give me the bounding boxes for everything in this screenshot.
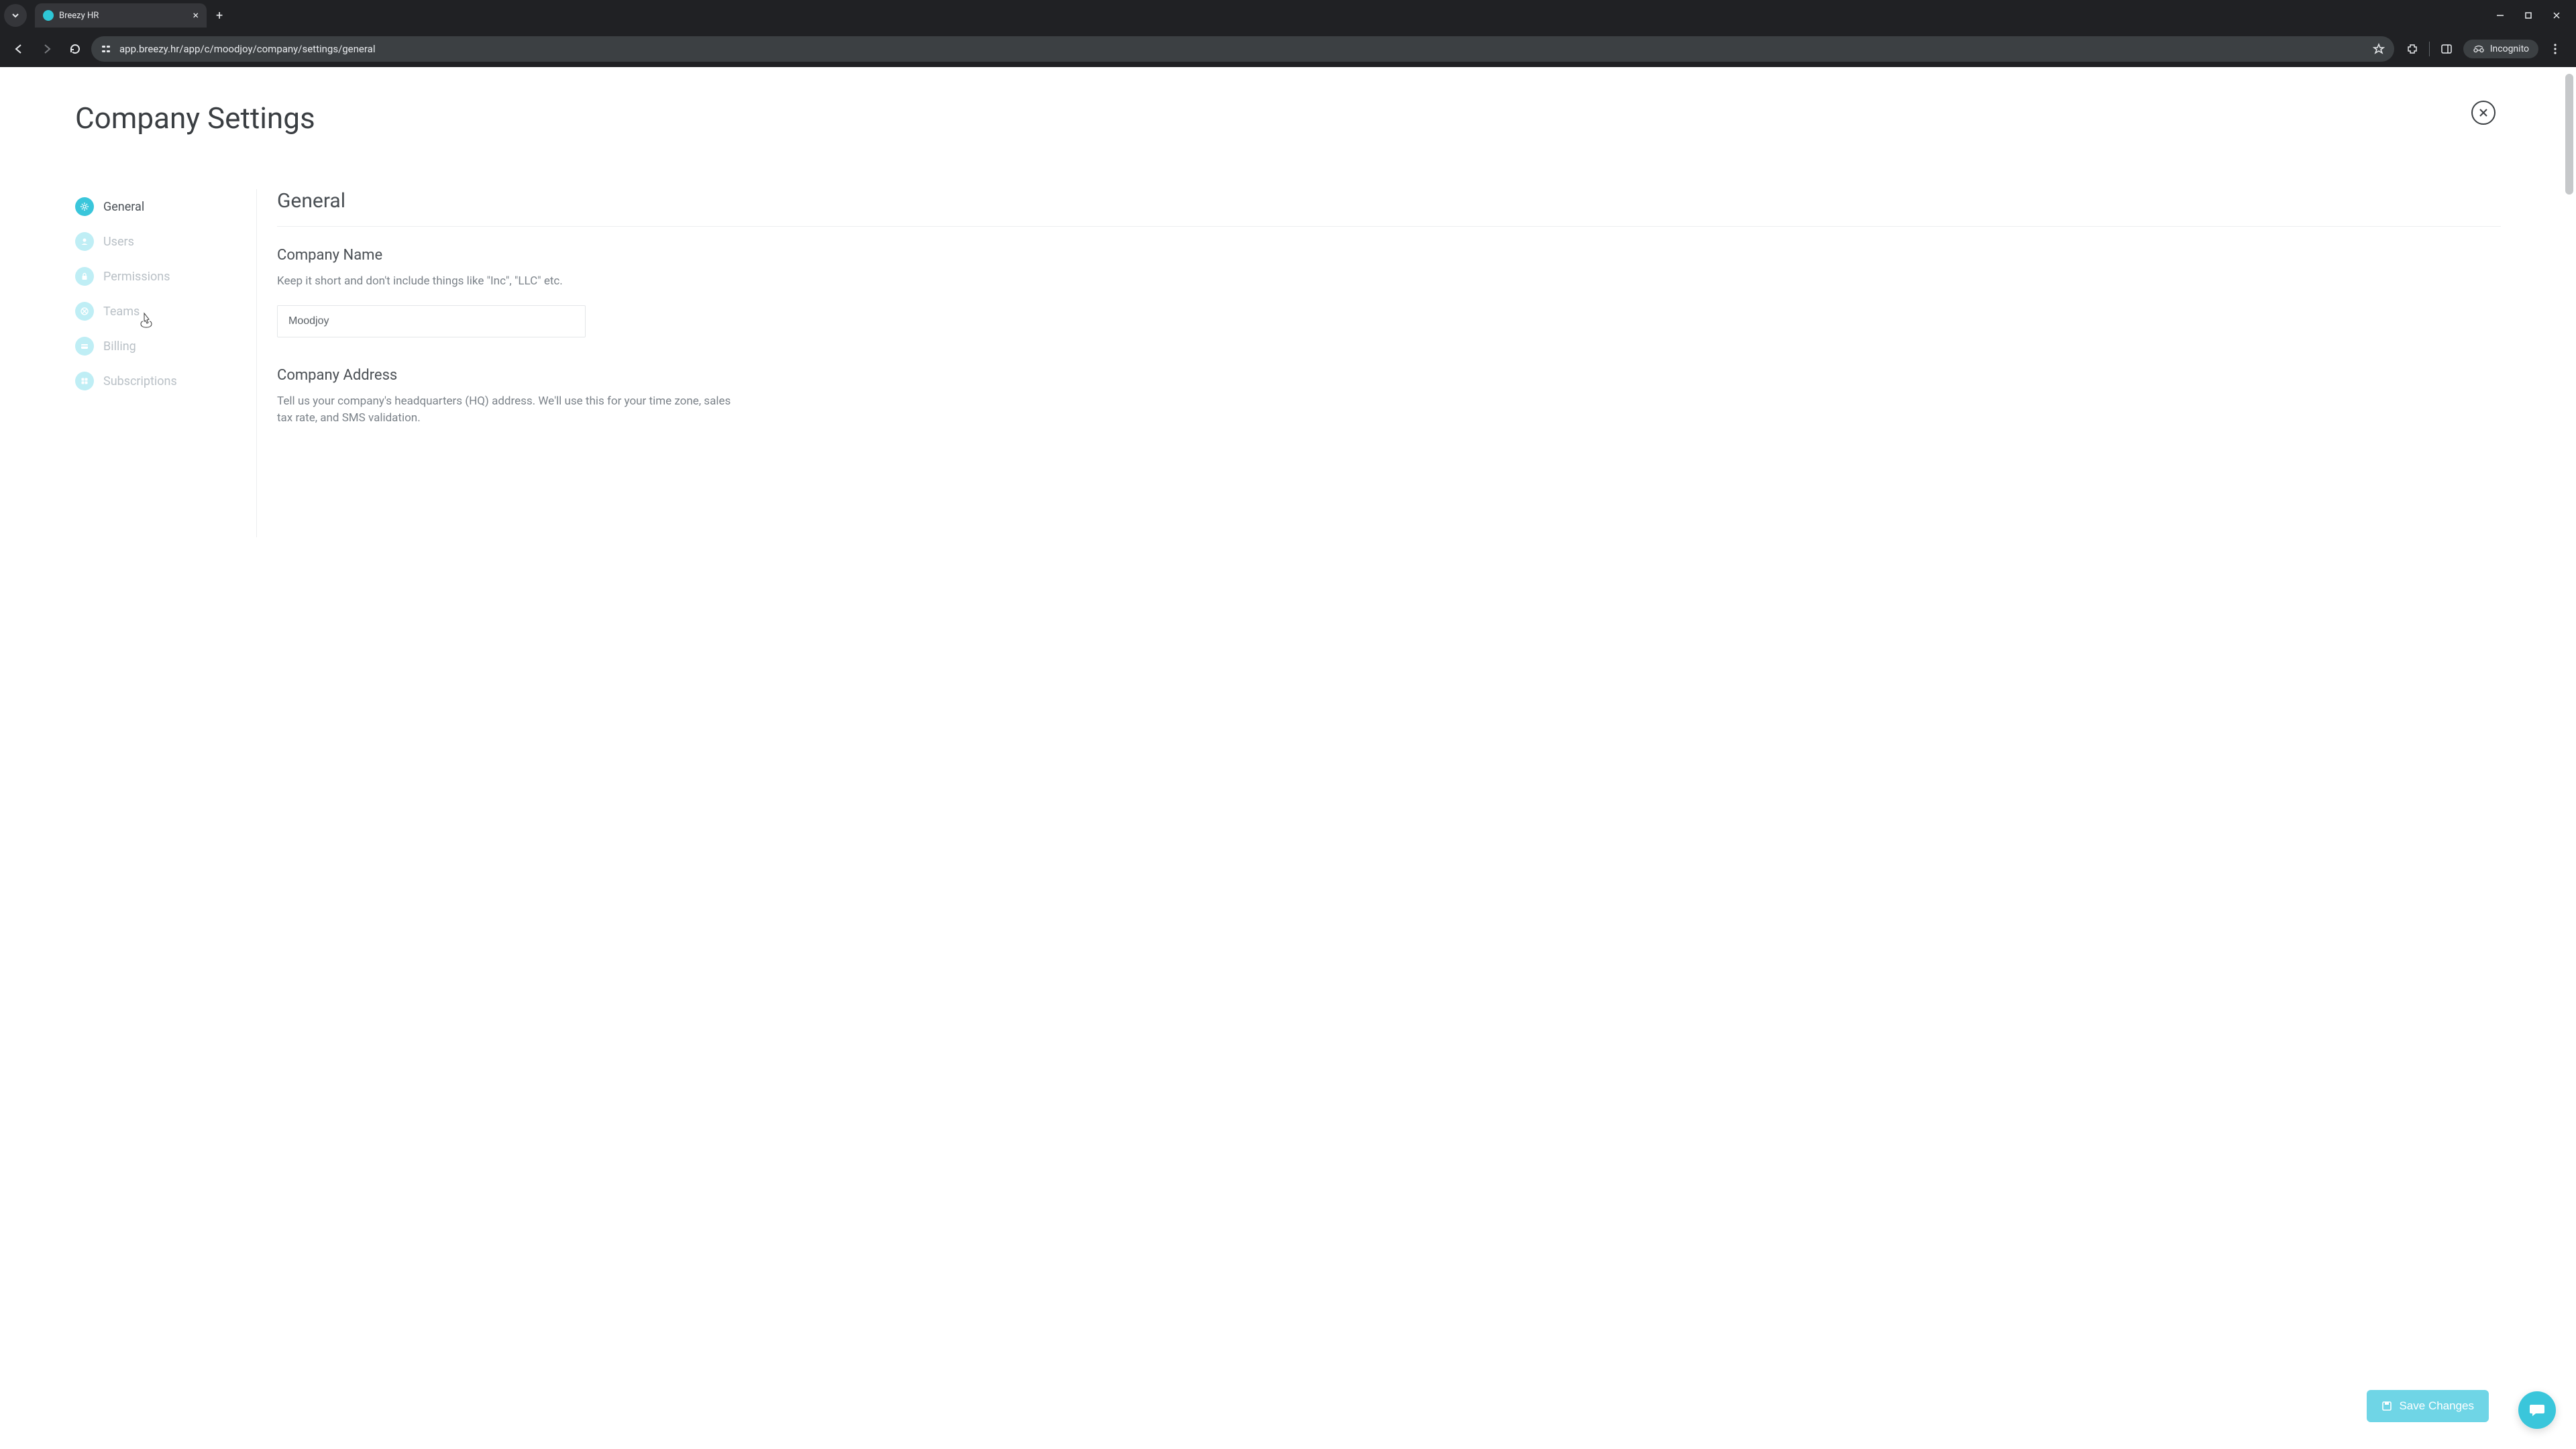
favicon-icon [43,10,54,21]
scrollbar-track[interactable] [2565,67,2575,1449]
company-name-group: Company Name Keep it short and don't inc… [277,247,2501,337]
sidebar-item-teams[interactable]: Teams [75,294,229,329]
forward-button[interactable] [35,37,59,61]
new-tab-button[interactable]: + [207,9,232,23]
sidebar-item-label: Permissions [103,270,170,284]
sidebar-item-label: Users [103,235,134,249]
close-window-button[interactable] [2546,5,2567,25]
sidebar-item-label: Teams [103,305,140,319]
sidebar-item-label: Subscriptions [103,374,177,388]
maximize-button[interactable] [2518,5,2538,25]
browser-chrome: Breezy HR × + app.breezy.hr/app/c/moodjo… [0,0,2576,67]
company-address-group: Company Address Tell us your company's h… [277,367,2501,427]
save-changes-button[interactable]: Save Changes [2367,1390,2489,1422]
save-icon [2381,1401,2392,1411]
page-viewport: Company Settings General Users [0,67,2576,1449]
sidebar-item-subscriptions[interactable]: Subscriptions [75,364,229,398]
section-title: General [277,189,2501,227]
sidepanel-icon[interactable] [2436,39,2457,59]
tab-bar: Breezy HR × + [0,0,2576,31]
company-name-input[interactable] [277,305,586,337]
company-name-label: Company Name [277,247,2501,264]
site-settings-icon[interactable] [101,44,111,54]
incognito-badge[interactable]: Incognito [2463,40,2538,58]
settings-main: General Company Name Keep it short and d… [256,189,2501,537]
incognito-label: Incognito [2490,44,2529,54]
scrollbar-thumb[interactable] [2565,74,2573,195]
gear-icon [75,197,94,216]
sidebar-item-users[interactable]: Users [75,224,229,259]
save-button-label: Save Changes [2399,1399,2474,1413]
browser-tab[interactable]: Breezy HR × [35,3,207,28]
close-settings-button[interactable] [2471,101,2496,125]
card-icon [75,337,94,356]
browser-toolbar: app.breezy.hr/app/c/moodjoy/company/sett… [0,31,2576,67]
tab-close-icon[interactable]: × [193,10,199,21]
url-text: app.breezy.hr/app/c/moodjoy/company/sett… [119,43,2365,55]
extensions-icon[interactable] [2402,39,2422,59]
toolbar-right: Incognito [2398,39,2569,59]
chat-icon [2528,1401,2546,1419]
toolbar-divider [2429,42,2430,56]
grid-icon [75,372,94,390]
tab-title: Breezy HR [59,11,187,21]
window-controls [2490,5,2576,25]
sidebar-item-label: Billing [103,339,136,354]
page-header: Company Settings [0,67,2576,156]
teams-icon [75,302,94,321]
minimize-button[interactable] [2490,5,2510,25]
incognito-icon [2473,44,2485,54]
back-button[interactable] [7,37,31,61]
page-title: Company Settings [75,101,315,136]
chat-widget-button[interactable] [2518,1391,2556,1429]
user-icon [75,232,94,251]
sidebar-item-general[interactable]: General [75,189,229,224]
tab-search-dropdown[interactable] [4,4,27,27]
company-address-label: Company Address [277,367,2501,384]
reload-button[interactable] [63,37,87,61]
bookmark-star-icon[interactable] [2373,43,2385,55]
sidebar-item-permissions[interactable]: Permissions [75,259,229,294]
company-name-hint: Keep it short and don't include things l… [277,273,733,290]
content-wrap: General Users Permissions Teams [0,156,2576,537]
settings-sidebar: General Users Permissions Teams [75,189,229,537]
address-bar[interactable]: app.breezy.hr/app/c/moodjoy/company/sett… [91,36,2394,62]
sidebar-item-billing[interactable]: Billing [75,329,229,364]
company-address-hint: Tell us your company's headquarters (HQ)… [277,393,733,427]
sidebar-item-label: General [103,200,144,214]
menu-icon[interactable] [2545,39,2565,59]
lock-icon [75,267,94,286]
